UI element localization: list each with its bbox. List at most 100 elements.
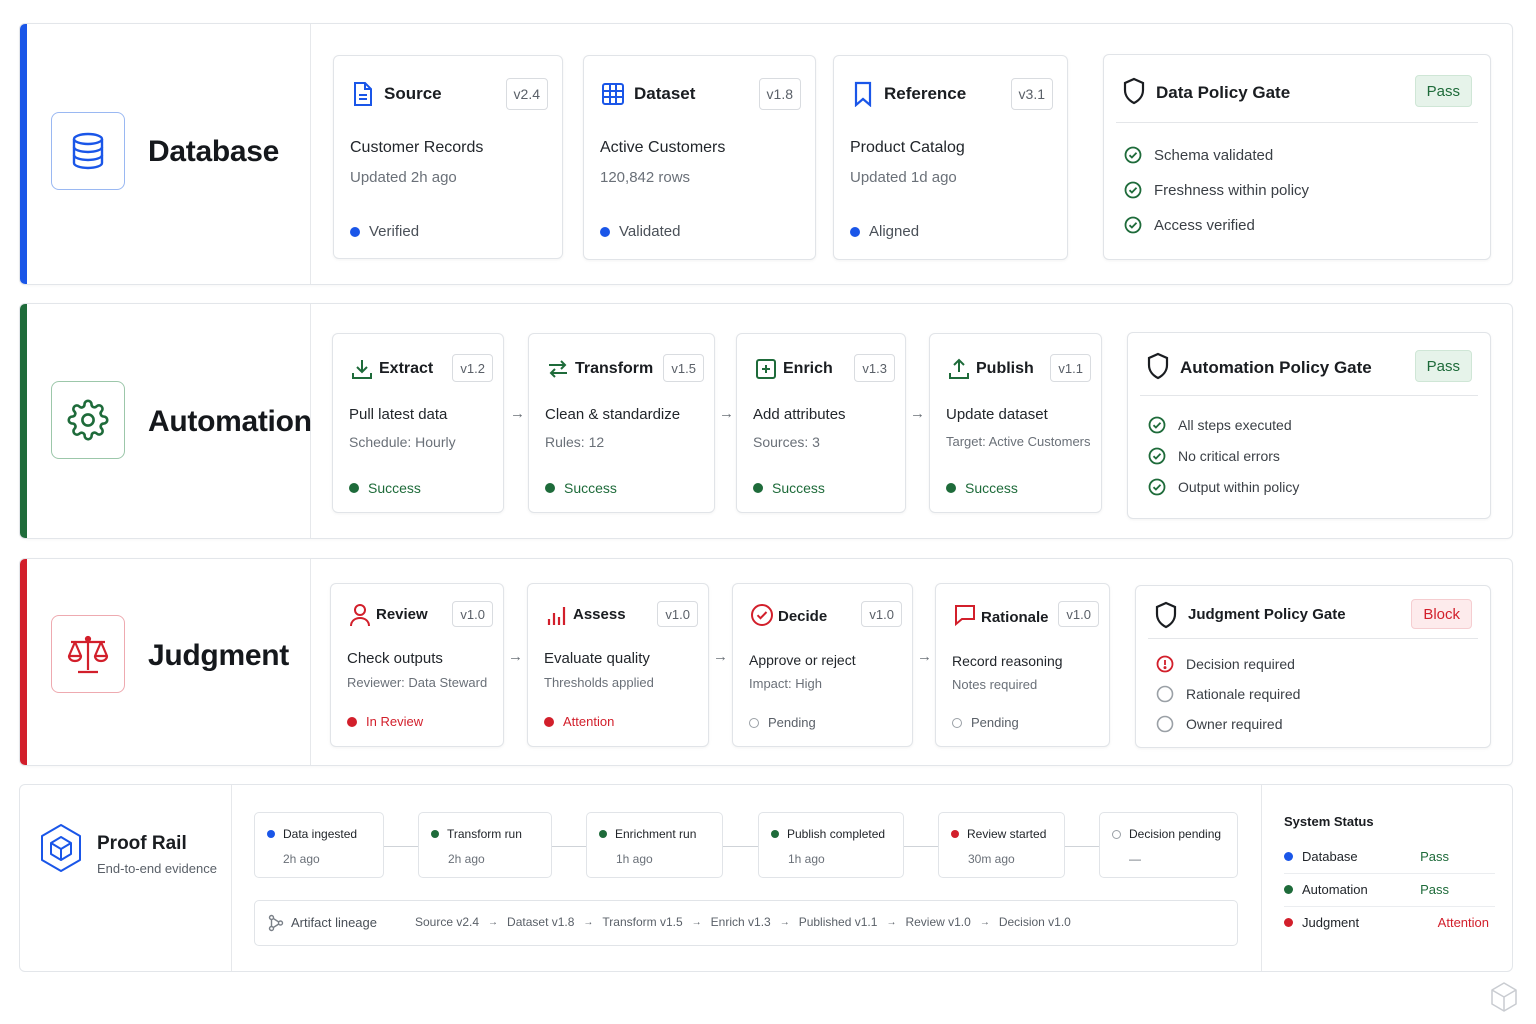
status-dot: [850, 226, 860, 237]
automation-policy-gate: Automation Policy Gate Pass All steps ex…: [1127, 332, 1491, 519]
transform-card[interactable]: Transform v1.5 Clean & standardize Rules…: [528, 333, 715, 513]
card-title: Dataset: [634, 84, 696, 103]
lineage-step: Dataset v1.8: [507, 915, 575, 929]
event-time: 2h ago: [283, 852, 320, 866]
bookmark-icon: [850, 81, 876, 107]
dataset-card[interactable]: Dataset v1.8 Active Customers 120,842 ro…: [583, 55, 816, 260]
flow-arrow: →: [719, 405, 734, 422]
card-sub-text: Reviewer: Data Steward: [347, 675, 488, 690]
card-title: Transform: [575, 360, 654, 377]
plus-square-icon: [753, 356, 779, 382]
event-time: —: [1129, 852, 1141, 866]
card-status: Success: [753, 480, 825, 496]
gate-item: Owner required: [1156, 715, 1283, 733]
bar-chart-icon: [544, 602, 570, 628]
system-status-title: System Status: [1284, 814, 1374, 829]
gate-item: Rationale required: [1156, 685, 1300, 703]
gate-divider: [1116, 122, 1478, 123]
reference-card[interactable]: Reference v3.1 Product Catalog Updated 1…: [833, 55, 1068, 260]
system-status-panel: System Status Database Pass Automation P…: [1261, 785, 1513, 971]
timeline-connector: [1065, 846, 1099, 847]
status-text: In Review: [366, 714, 424, 729]
extract-card[interactable]: Extract v1.2 Pull latest data Schedule: …: [332, 333, 504, 513]
publish-card[interactable]: Publish v1.1 Update dataset Target: Acti…: [929, 333, 1102, 513]
check-circle-icon: [1124, 216, 1142, 234]
timeline-event[interactable]: Data ingested 2h ago: [254, 812, 384, 878]
proof-rail-label: Proof Rail End-to-end evidence: [20, 785, 232, 971]
user-icon: [347, 602, 373, 628]
gate-title: Data Policy Gate: [1156, 83, 1291, 102]
review-card[interactable]: Review v1.0 Check outputs Reviewer: Data…: [330, 583, 504, 747]
version-badge: v1.0: [452, 601, 493, 627]
artifact-lineage[interactable]: Artifact lineage Source v2.4 → Dataset v…: [254, 900, 1238, 946]
database-label-area: Database: [20, 24, 311, 284]
timeline-event[interactable]: Transform run 2h ago: [418, 812, 552, 878]
status-row-database: Database Pass: [1284, 840, 1489, 873]
card-sub-text: Updated 1d ago: [850, 169, 957, 186]
lineage-step: Source v2.4: [415, 915, 480, 929]
card-main-text: Approve or reject: [749, 652, 856, 668]
status-dot: [600, 226, 610, 237]
lineage-step: Review v1.0: [905, 915, 971, 929]
source-card[interactable]: Source v2.4 Customer Records Updated 2h …: [333, 55, 563, 259]
file-icon: [350, 81, 376, 107]
status-value: Attention: [1437, 915, 1489, 930]
card-title: Decide: [778, 608, 828, 625]
card-status: Success: [349, 480, 421, 496]
timeline-event[interactable]: Enrichment run 1h ago: [586, 812, 723, 878]
status-text: Attention: [563, 714, 615, 729]
status-text: Pending: [768, 715, 816, 730]
timeline-event[interactable]: Review started 30m ago: [938, 812, 1065, 878]
gate-item: All steps executed: [1148, 416, 1292, 434]
check-circle-icon: [1148, 447, 1166, 465]
card-main-text: Customer Records: [350, 139, 484, 156]
card-title: Publish: [976, 360, 1034, 377]
gate-item: Output within policy: [1148, 478, 1299, 496]
status-dot: [1284, 918, 1293, 927]
enrich-card[interactable]: Enrich v1.3 Add attributes Sources: 3 Su…: [736, 333, 906, 513]
event-dot: [771, 830, 779, 838]
event-time: 1h ago: [788, 852, 825, 866]
status-text: Pending: [971, 715, 1019, 730]
card-status: Pending: [749, 715, 816, 730]
check-circle-icon: [1148, 478, 1166, 496]
gate-title: Automation Policy Gate: [1180, 358, 1372, 377]
status-dot: [753, 483, 763, 493]
card-title: Enrich: [783, 360, 833, 377]
card-status: In Review: [347, 714, 423, 729]
decide-card[interactable]: Decide v1.0 Approve or reject Impact: Hi…: [732, 583, 913, 747]
event-label: Data ingested: [283, 827, 358, 841]
shield-icon: [1154, 601, 1180, 629]
card-status: Validated: [600, 223, 680, 240]
card-title: Extract: [379, 360, 434, 377]
card-main-text: Add attributes: [753, 406, 846, 423]
pending-ring: [749, 717, 759, 728]
automation-title: Automation: [148, 405, 312, 438]
card-sub-text: 120,842 rows: [600, 169, 691, 186]
transform-icon: [545, 356, 571, 382]
watermark-cube-icon: [1490, 981, 1518, 1018]
assess-card[interactable]: Assess v1.0 Evaluate quality Thresholds …: [527, 583, 709, 747]
timeline-event[interactable]: Publish completed 1h ago: [758, 812, 904, 878]
status-text: Verified: [369, 223, 420, 240]
status-dot: [349, 483, 359, 493]
card-sub-text: Target: Active Customers: [946, 434, 1091, 449]
event-time: 1h ago: [616, 852, 653, 866]
timeline-event[interactable]: Decision pending —: [1099, 812, 1238, 878]
lineage-icon: [268, 914, 284, 937]
card-sub-text: Rules: 12: [545, 434, 605, 450]
check-circle-icon: [1148, 416, 1166, 434]
card-status: Verified: [350, 223, 419, 240]
gate-badge: Pass: [1414, 75, 1472, 107]
version-badge: v1.0: [657, 601, 698, 627]
status-value: Pass: [1420, 882, 1449, 897]
event-label: Enrichment run: [615, 827, 697, 841]
rationale-card[interactable]: Rationale v1.0 Record reasoning Notes re…: [935, 583, 1110, 747]
data-policy-gate: Data Policy Gate Pass Schema validated F…: [1103, 54, 1491, 260]
event-time: 2h ago: [448, 852, 485, 866]
flow-arrow: →: [510, 405, 525, 422]
card-status: Success: [545, 480, 617, 496]
event-label: Publish completed: [787, 827, 886, 841]
card-status: Attention: [544, 714, 614, 729]
judgment-section: Judgment Review v1.0 Check outputs Revie…: [19, 558, 1513, 766]
